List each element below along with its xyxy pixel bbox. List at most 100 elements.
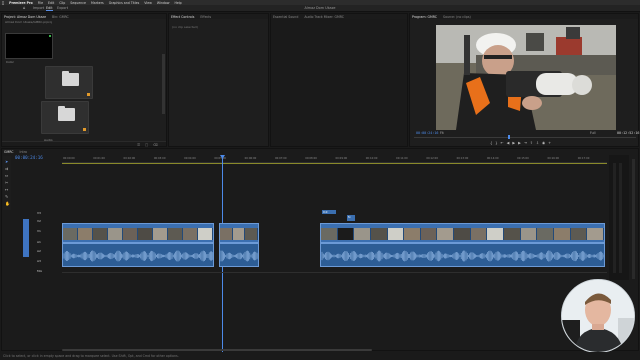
- track-label-mix: Mix: [37, 269, 43, 273]
- clip-thumbnails: [63, 228, 213, 240]
- slip-tool-icon[interactable]: ↔: [5, 187, 8, 192]
- ruler-tick-label: 00:00:00: [63, 157, 75, 160]
- project-panel: Project: Almaz Dom Ukaze Bin: GMRC Almaz…: [1, 13, 167, 147]
- status-text: Click to select, or click in empty space…: [3, 354, 179, 358]
- folder-icon: [62, 71, 79, 86]
- video-clip[interactable]: [219, 223, 259, 243]
- track-label-v1: V1: [37, 229, 41, 233]
- quality-select[interactable]: Full: [590, 131, 595, 135]
- tab-source[interactable]: Source: (no clips): [443, 15, 471, 19]
- tab-essential-sound[interactable]: Essential Sound: [273, 15, 298, 19]
- menu-edit[interactable]: Edit: [48, 1, 54, 5]
- ruler-tick-label: 00:10:00: [365, 157, 378, 160]
- tools-panel: ➤ ⇉ ⇔ ✂ ↔ ✎ ✋: [3, 156, 11, 210]
- ripple-tool-icon[interactable]: ⇔: [5, 173, 8, 178]
- list-view-icon[interactable]: ☰: [137, 143, 140, 147]
- menu-help[interactable]: Help: [174, 1, 181, 5]
- new-bin-icon[interactable]: □: [145, 143, 148, 147]
- apple-icon[interactable]: : [2, 1, 4, 5]
- clip-label[interactable]: fx: [347, 215, 355, 221]
- track-label-a3: A3: [37, 259, 41, 263]
- work-area-bar[interactable]: [62, 163, 607, 164]
- menu-file[interactable]: File: [38, 1, 43, 5]
- clip-label[interactable]: 0.0: [322, 210, 336, 214]
- audio-clip[interactable]: [62, 243, 214, 267]
- ruler-tick-label: 00:05:00: [214, 157, 227, 160]
- selection-tool-icon[interactable]: ➤: [5, 159, 8, 164]
- transport-controls: {}⇤◀▶▶⇥⇧⇩◉+: [490, 141, 640, 146]
- menu-clip[interactable]: Clip: [59, 1, 65, 5]
- track-label-v3: V3: [37, 211, 41, 215]
- ruler-tick-label: 00:08:00: [305, 157, 317, 160]
- scrubber[interactable]: [414, 137, 636, 138]
- ruler-tick-label: 00:12:00: [426, 157, 438, 160]
- status-bar: Click to select, or click in empty space…: [0, 352, 640, 360]
- audio-clip[interactable]: [219, 243, 259, 267]
- program-timecode[interactable]: 00:00:24:16: [416, 131, 438, 135]
- vertical-scrollbar[interactable]: [632, 159, 635, 279]
- hand-tool-icon[interactable]: ✋: [5, 201, 10, 206]
- audio-waveform: [321, 250, 604, 262]
- label-dot-icon: [83, 128, 86, 131]
- project-toolbar: ☰ □ ⌫: [2, 141, 166, 147]
- app-menu[interactable]: Premiere Pro: [9, 1, 33, 5]
- tab-program[interactable]: Program: GMRC: [412, 15, 437, 19]
- ruler-tick-label: 00:14:00: [486, 157, 499, 160]
- tab-audio-mixer[interactable]: Audio Track Mixer: GMRC: [304, 15, 344, 19]
- tab-effect-controls[interactable]: Effect Controls: [171, 15, 194, 19]
- plus-icon[interactable]: +: [548, 141, 554, 145]
- video-frame[interactable]: [436, 25, 616, 130]
- project-path: Almaz Dom Ukaze/GMRC.prproj: [5, 20, 53, 24]
- playhead-icon[interactable]: [508, 135, 510, 139]
- color-thumbnail[interactable]: [5, 33, 53, 59]
- track-label-a2: A2: [37, 249, 41, 253]
- timeline-timecode[interactable]: 00:00:24:16: [15, 155, 43, 160]
- ruler-tick-label: 00:11:00: [396, 157, 408, 160]
- ruler-tick-label: 00:09:00: [335, 157, 348, 160]
- video-clip[interactable]: [320, 223, 605, 243]
- ruler-tick-label: 00:07:00: [274, 157, 287, 160]
- track-divider: [62, 272, 607, 273]
- razor-tool-icon[interactable]: ✂: [5, 180, 8, 185]
- audio-panel: Essential Sound Audio Track Mixer: GMRC: [270, 13, 408, 147]
- audio-waveform: [220, 250, 258, 262]
- tab-bin[interactable]: Bin: GMRC: [52, 15, 69, 19]
- menu-graphics[interactable]: Graphics and Titles: [109, 1, 140, 5]
- time-ruler[interactable]: 00:00:00 00:01:00 00:02:00 00:03:00 00:04:00…: [62, 156, 607, 163]
- tab-sequence-gmrc[interactable]: GMRC: [4, 150, 14, 154]
- ruler-tick-label: 00:06:00: [244, 157, 257, 160]
- source-patch-v1[interactable]: [23, 219, 29, 257]
- audio-clip[interactable]: [320, 243, 605, 267]
- tab-effects[interactable]: Effects: [200, 15, 211, 19]
- clip-thumbnails: [220, 228, 258, 240]
- ruler-tick-label: 00:15:00: [517, 157, 529, 160]
- bin-video[interactable]: [45, 66, 93, 99]
- horizontal-scrollbar[interactable]: [62, 349, 372, 351]
- clip-thumbnails: [321, 228, 604, 240]
- trash-icon[interactable]: ⌫: [153, 143, 158, 147]
- ruler-tick-label: 00:01:00: [93, 157, 105, 160]
- effect-controls-panel: Effect Controls Effects (no clip selecte…: [168, 13, 269, 147]
- tab-project[interactable]: Project: Almaz Dom Ukaze: [4, 15, 46, 19]
- label-dot-icon: [87, 93, 90, 96]
- menu-sequence[interactable]: Sequence: [70, 1, 86, 5]
- tab-sequence-intro[interactable]: Intro: [20, 150, 27, 154]
- scrollbar[interactable]: [162, 54, 165, 114]
- bin-audio[interactable]: [41, 101, 89, 134]
- project-title: Almaz Dom Ukaze: [304, 6, 336, 10]
- program-monitor: Program: GMRC Source: (no clips) 00:00:2…: [409, 13, 639, 147]
- menu-markers[interactable]: Markers: [91, 1, 104, 5]
- menu-window[interactable]: Window: [157, 1, 170, 5]
- folder-icon: [58, 106, 75, 121]
- video-image: [436, 25, 616, 130]
- fit-select[interactable]: Fit: [440, 131, 444, 135]
- duration-timecode: 00:12:52:16: [617, 131, 640, 135]
- video-clip[interactable]: [62, 223, 214, 243]
- ruler-tick-label: 00:17:00: [577, 157, 590, 160]
- no-clip-placeholder: (no clip selected): [172, 25, 198, 29]
- ruler-tick-label: 00:13:00: [456, 157, 469, 160]
- menu-view[interactable]: View: [144, 1, 152, 5]
- track-select-icon[interactable]: ⇉: [5, 166, 8, 171]
- track-headers: V3 V2 V1 A1 A2 A3 Mix: [11, 207, 61, 277]
- pen-tool-icon[interactable]: ✎: [5, 194, 8, 199]
